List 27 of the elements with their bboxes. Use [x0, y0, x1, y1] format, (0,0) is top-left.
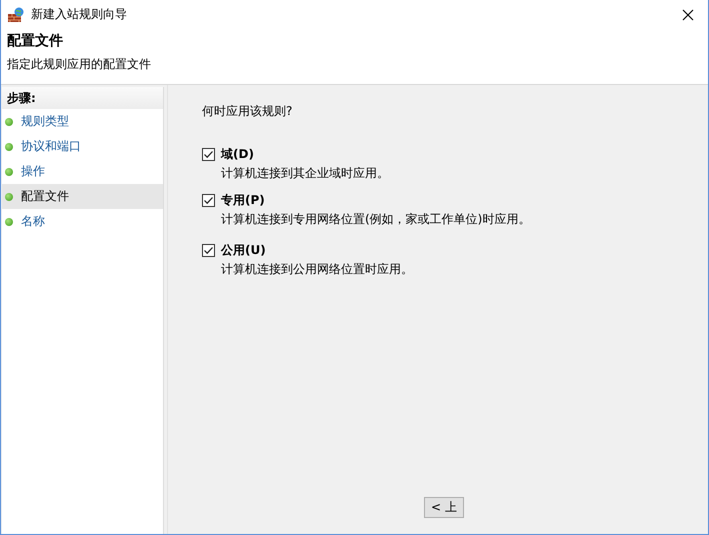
checkbox[interactable] [202, 194, 215, 207]
option-label[interactable]: 域(D) [221, 146, 254, 163]
steps-heading: 步骤: [2, 87, 163, 109]
page-subtitle: 指定此规则应用的配置文件 [7, 56, 152, 73]
step-item[interactable]: 协议和端口 [2, 134, 163, 159]
firewall-icon [7, 6, 25, 22]
back-button[interactable]: < 上 [424, 497, 464, 518]
status-dot-icon [5, 192, 13, 200]
window-title: 新建入站规则向导 [31, 6, 128, 23]
status-dot-icon [5, 218, 13, 226]
status-dot-icon [5, 118, 13, 126]
status-dot-icon [5, 142, 13, 150]
page-title: 配置文件 [7, 32, 64, 50]
option-description: 计算机连接到公用网络位置时应用。 [220, 261, 414, 278]
close-icon [682, 8, 694, 20]
status-dot-icon [5, 168, 13, 176]
checkbox[interactable] [202, 244, 215, 257]
question-text: 何时应用该规则? [202, 103, 294, 120]
option-description: 计算机连接到专用网络位置(例如，家或工作单位)时应用。 [220, 211, 532, 228]
option-description: 计算机连接到其企业域时应用。 [220, 165, 390, 182]
option-label[interactable]: 专用(P) [221, 192, 265, 209]
step-item[interactable]: 名称 [2, 209, 163, 234]
step-item[interactable]: 配置文件 [2, 184, 163, 209]
step-item[interactable]: 操作 [2, 159, 163, 184]
checkbox[interactable] [202, 148, 215, 161]
option-label[interactable]: 公用(U) [221, 242, 266, 259]
step-item[interactable]: 规则类型 [2, 109, 163, 134]
